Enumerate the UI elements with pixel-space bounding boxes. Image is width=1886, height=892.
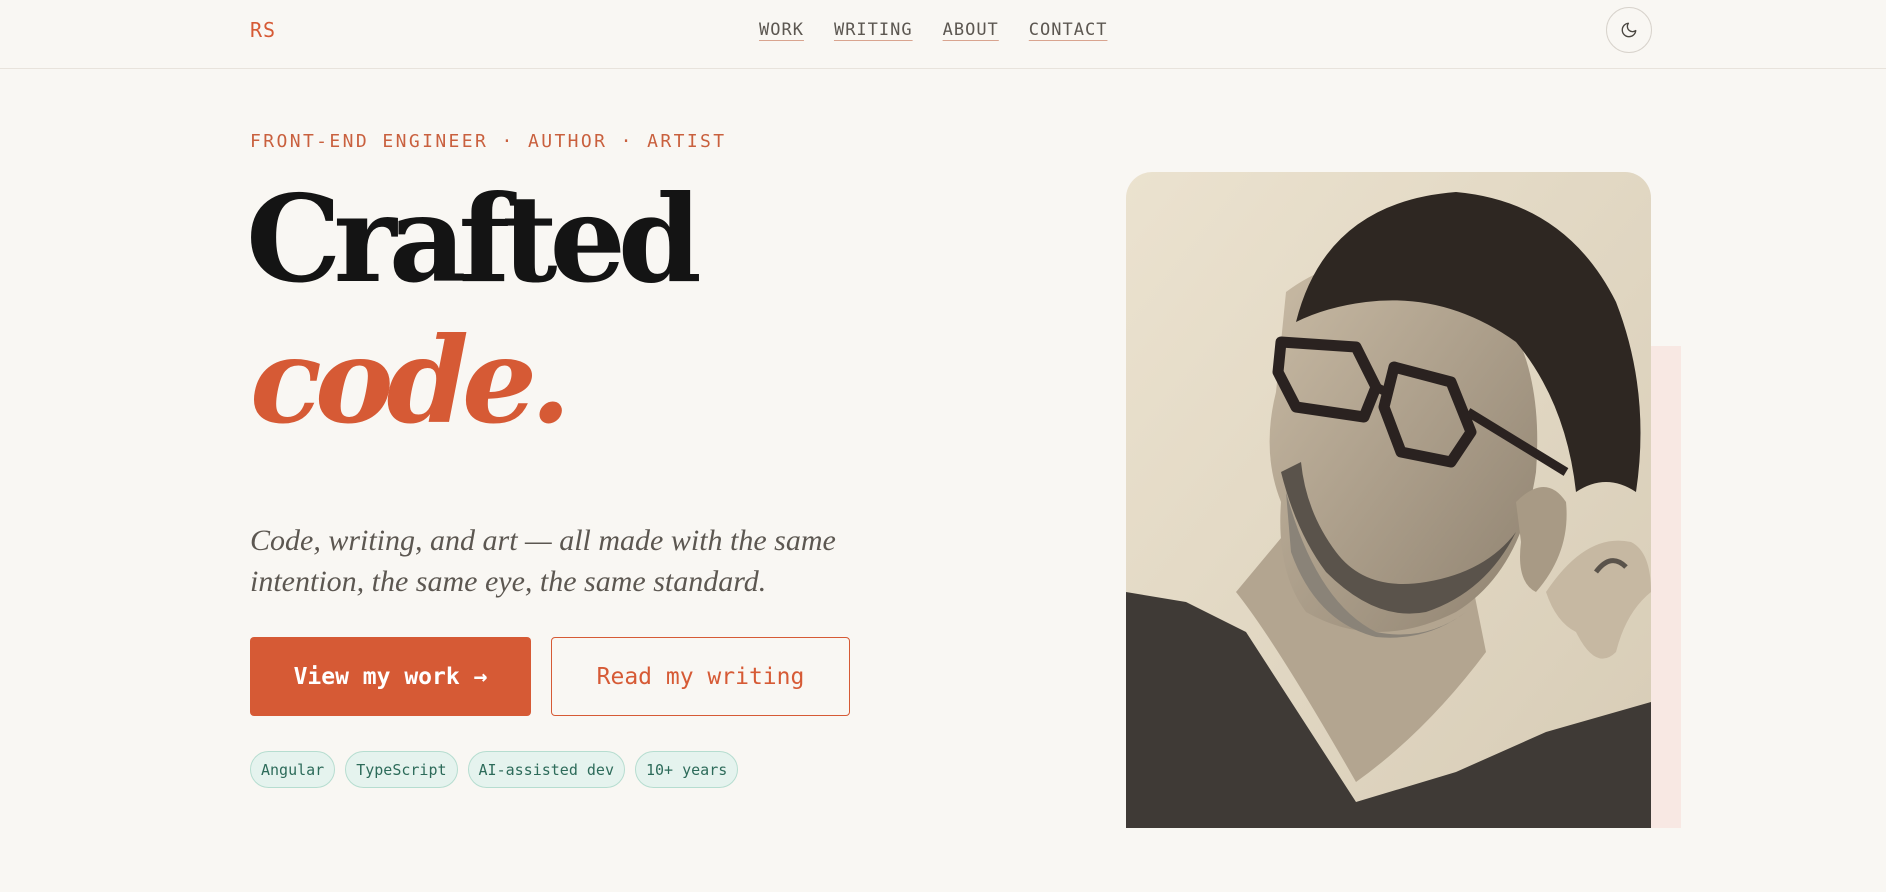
moon-icon — [1621, 22, 1637, 38]
tag-angular: Angular — [250, 751, 336, 788]
tag-typescript: TypeScript — [345, 751, 458, 788]
headline-line-1: Crafted — [246, 169, 702, 310]
theme-toggle-button[interactable] — [1606, 7, 1652, 53]
nav-link-contact[interactable]: CONTACT — [1029, 20, 1108, 40]
read-writing-button[interactable]: Read my writing — [551, 637, 850, 716]
nav-link-work[interactable]: WORK — [759, 20, 804, 40]
portrait-accent-strip — [1649, 346, 1681, 828]
headline-line-2: code. — [250, 311, 571, 450]
skill-tags: Angular TypeScript AI-assisted dev 10+ y… — [250, 751, 739, 788]
tag-ai-assisted-dev: AI-assisted dev — [467, 751, 625, 788]
view-work-button[interactable]: View my work → — [250, 637, 531, 716]
hero-eyebrow: FRONT-END ENGINEER · AUTHOR · ARTIST — [250, 131, 727, 152]
nav-link-about[interactable]: ABOUT — [943, 20, 999, 40]
portrait-photo — [1126, 172, 1651, 828]
tag-experience-years: 10+ years — [635, 751, 739, 788]
site-logo[interactable]: RS — [250, 18, 276, 42]
nav-link-writing[interactable]: WRITING — [834, 20, 913, 40]
main-nav: WORK WRITING ABOUT CONTACT — [759, 20, 1107, 40]
site-header: RS WORK WRITING ABOUT CONTACT — [0, 0, 1886, 69]
hero-tagline: Code, writing, and art — all made with t… — [250, 524, 836, 598]
